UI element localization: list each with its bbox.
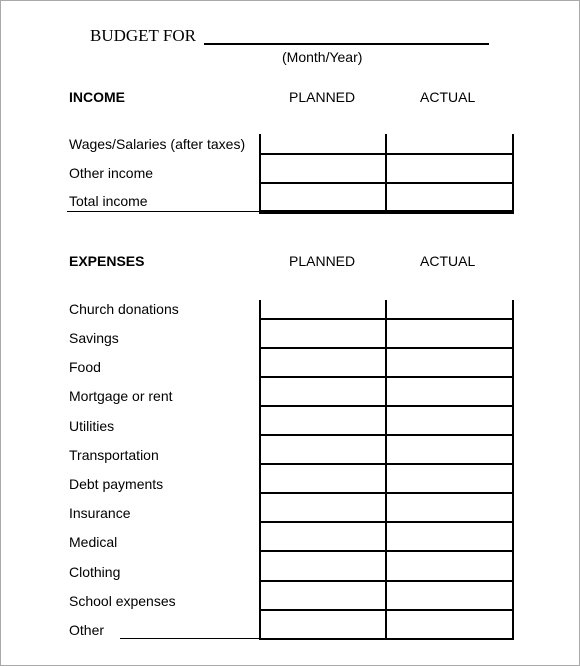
- expense-planned-cell[interactable]: [261, 407, 385, 434]
- expense-actual-cell[interactable]: [387, 552, 512, 580]
- expense-grid-horizontal-line: [259, 638, 514, 640]
- income-grid-vertical-line: [512, 134, 514, 212]
- budget-form-page: BUDGET FOR (Month/Year) INCOME PLANNED A…: [0, 0, 580, 666]
- expense-row-label: Food: [69, 359, 101, 375]
- income-planned-cell[interactable]: [261, 136, 385, 153]
- expense-planned-cell[interactable]: [261, 494, 385, 521]
- other-write-in-line[interactable]: [120, 638, 260, 639]
- income-actual-header: ACTUAL: [420, 89, 476, 105]
- expense-actual-cell[interactable]: [387, 611, 512, 638]
- expense-actual-cell[interactable]: [387, 582, 512, 609]
- expense-planned-cell[interactable]: [261, 349, 385, 376]
- expense-actual-cell[interactable]: [387, 349, 512, 376]
- expense-actual-cell[interactable]: [387, 302, 512, 318]
- expense-planned-cell[interactable]: [261, 320, 385, 347]
- form-title: BUDGET FOR: [90, 26, 196, 45]
- expense-actual-cell[interactable]: [387, 494, 512, 521]
- expense-planned-cell[interactable]: [261, 465, 385, 492]
- income-actual-cell[interactable]: [387, 136, 512, 153]
- month-year-input-line[interactable]: [204, 43, 489, 45]
- expense-planned-cell[interactable]: [261, 582, 385, 609]
- expense-grid-vertical-line: [512, 300, 514, 640]
- expense-row-label: Mortgage or rent: [69, 388, 173, 404]
- expense-planned-cell[interactable]: [261, 378, 385, 405]
- expenses-planned-header: PLANNED: [289, 253, 356, 269]
- income-row-label: Total income: [69, 193, 148, 209]
- income-actual-cell[interactable]: [387, 155, 512, 182]
- expense-row-label: Other: [69, 622, 105, 638]
- expenses-heading: EXPENSES: [69, 253, 145, 269]
- expense-planned-cell[interactable]: [261, 552, 385, 580]
- expenses-actual-header: ACTUAL: [420, 253, 476, 269]
- total-income-underline: [67, 211, 259, 212]
- expense-row-label: Debt payments: [69, 476, 164, 492]
- income-row-label: Other income: [69, 165, 154, 181]
- expense-actual-cell[interactable]: [387, 436, 512, 463]
- income-total-thick-rule: [259, 210, 514, 214]
- month-year-caption: (Month/Year): [282, 49, 363, 65]
- expense-row-label: Clothing: [69, 564, 121, 580]
- expense-actual-cell[interactable]: [387, 465, 512, 492]
- expense-planned-cell[interactable]: [261, 523, 385, 550]
- income-row-label: Wages/Salaries (after taxes): [69, 136, 246, 152]
- expense-planned-cell[interactable]: [261, 611, 385, 638]
- expense-actual-cell[interactable]: [387, 378, 512, 405]
- expense-row-label: Transportation: [69, 447, 159, 463]
- expense-actual-cell[interactable]: [387, 407, 512, 434]
- income-planned-cell[interactable]: [261, 184, 385, 210]
- expense-planned-cell[interactable]: [261, 436, 385, 463]
- expense-row-label: Medical: [69, 534, 118, 550]
- expense-row-label: Utilities: [69, 418, 115, 434]
- expense-row-label: Church donations: [69, 301, 179, 317]
- income-actual-cell[interactable]: [387, 184, 512, 210]
- expense-row-label: Insurance: [69, 505, 131, 521]
- expense-actual-cell[interactable]: [387, 523, 512, 550]
- expense-row-label: Savings: [69, 330, 119, 346]
- expense-row-label: School expenses: [69, 593, 176, 609]
- expense-actual-cell[interactable]: [387, 320, 512, 347]
- income-heading: INCOME: [69, 89, 125, 105]
- income-planned-header: PLANNED: [289, 89, 356, 105]
- expense-planned-cell[interactable]: [261, 302, 385, 318]
- income-planned-cell[interactable]: [261, 155, 385, 182]
